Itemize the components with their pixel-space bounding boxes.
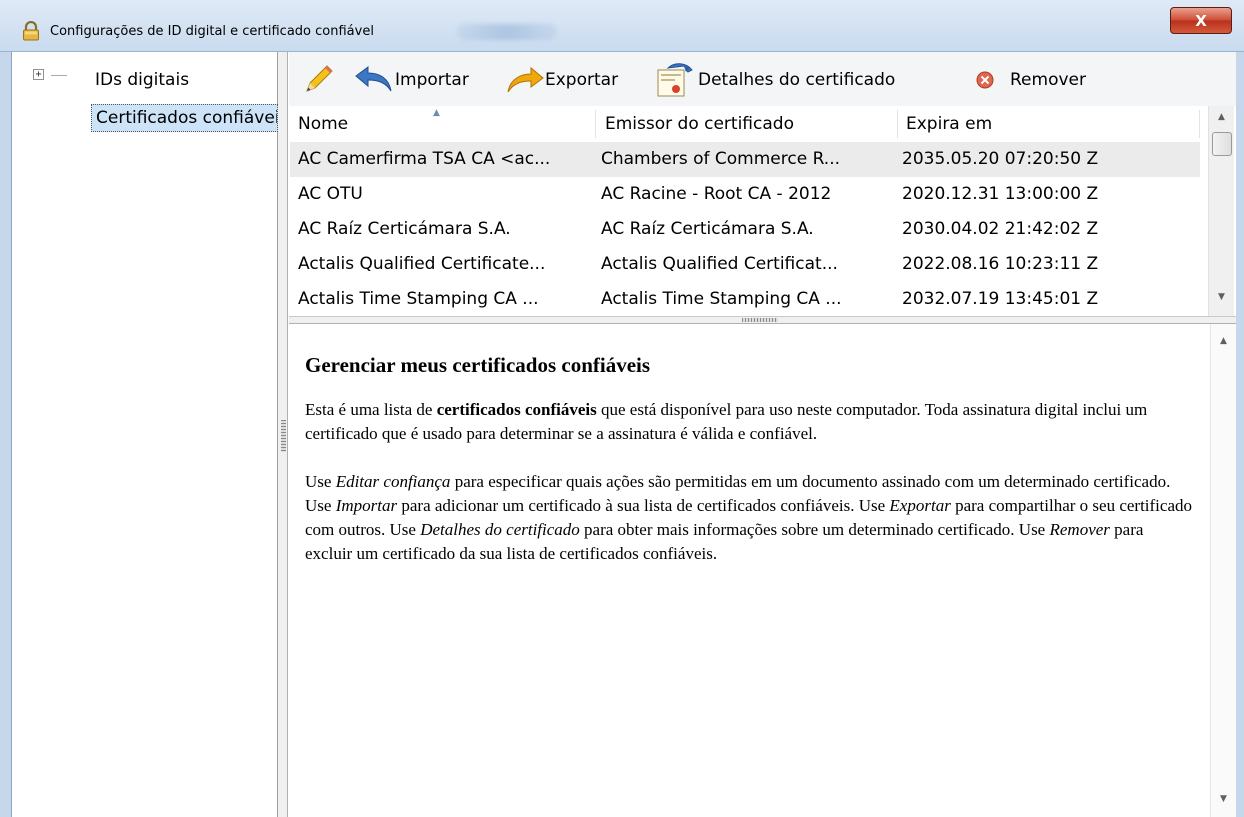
table-row[interactable]: AC OTU AC Racine - Root CA - 2012 2020.1… — [290, 177, 1200, 212]
remove-button[interactable]: Remover — [974, 62, 1086, 98]
cell-expires: 2032.07.19 13:45:01 Z — [902, 289, 1099, 309]
certificate-details-label: Detalhes do certificado — [698, 70, 896, 90]
import-button[interactable]: Importar — [353, 62, 469, 98]
emphasis: Editar confiança — [335, 472, 451, 491]
remove-icon — [976, 71, 994, 89]
lock-icon — [23, 21, 39, 41]
tree-item-trusted-certificates[interactable]: Certificados confiáveis — [91, 104, 278, 132]
cell-name: AC Raíz Certicámara S.A. — [298, 219, 511, 239]
scroll-up-icon[interactable]: ▲ — [1220, 336, 1227, 346]
cell-expires: 2020.12.31 13:00:00 Z — [902, 184, 1099, 204]
tree-item-digital-ids[interactable]: IDs digitais — [95, 70, 189, 90]
column-header-expires[interactable]: Expira em — [898, 110, 1200, 138]
description-paragraph-1: Esta é uma lista de certificados confiáv… — [305, 398, 1194, 446]
splitter-grip[interactable] — [742, 318, 778, 322]
cell-expires: 2035.05.20 07:20:50 Z — [902, 149, 1099, 169]
window-title: Configurações de ID digital e certificad… — [50, 24, 374, 39]
tree-expand-icon[interactable]: + — [33, 69, 44, 80]
emphasis: certificados confiáveis — [436, 400, 597, 419]
column-header-name[interactable]: Nome — [290, 110, 596, 138]
close-button[interactable]: X — [1170, 7, 1232, 34]
scroll-up-icon[interactable]: ▲ — [1218, 112, 1225, 122]
cell-name: AC OTU — [298, 184, 363, 204]
table-row[interactable]: Actalis Time Stamping CA ... Actalis Tim… — [290, 282, 1200, 316]
certificate-details-button[interactable]: Detalhes do certificado — [654, 62, 895, 98]
splitter-grip[interactable] — [281, 420, 286, 452]
export-arrow-icon — [507, 66, 544, 93]
cell-issuer: AC Raíz Certicámara S.A. — [601, 219, 814, 239]
tree-connector — [51, 75, 67, 76]
pencil-icon — [306, 65, 333, 92]
navigation-tree — [12, 52, 278, 817]
cell-expires: 2022.08.16 10:23:11 Z — [902, 254, 1099, 274]
table-row[interactable]: AC Raíz Certicámara S.A. AC Raíz Certicá… — [290, 212, 1200, 247]
text: para obter mais informações sobre um det… — [579, 520, 1050, 539]
scroll-down-icon[interactable]: ▼ — [1220, 794, 1227, 804]
import-arrow-icon — [355, 66, 392, 92]
cell-issuer: Chambers of Commerce R... — [601, 149, 841, 169]
import-label: Importar — [395, 70, 469, 90]
cell-issuer: AC Racine - Root CA - 2012 — [601, 184, 832, 204]
cell-expires: 2030.04.02 21:42:02 Z — [902, 219, 1099, 239]
cell-name: Actalis Qualified Certificate... — [298, 254, 546, 274]
text: para adicionar um certificado à sua list… — [397, 496, 890, 515]
text: Esta é uma lista de — [305, 400, 437, 419]
cell-issuer: Actalis Qualified Certificat... — [601, 254, 838, 274]
export-label: Exportar — [545, 70, 619, 90]
description-heading: Gerenciar meus certificados confiáveis — [305, 353, 651, 377]
description-paragraph-2: Use Editar confiança para especificar qu… — [305, 470, 1194, 566]
table-scrollbar[interactable]: ▲ ▼ — [1208, 106, 1234, 316]
emphasis: Remover — [1049, 520, 1110, 539]
emphasis: Detalhes do certificado — [420, 520, 580, 539]
cell-issuer: Actalis Time Stamping CA ... — [601, 289, 842, 309]
export-button[interactable]: Exportar — [505, 62, 618, 98]
table-row[interactable]: AC Camerfirma TSA CA <ac... Chambers of … — [290, 142, 1200, 177]
title-blur — [457, 24, 557, 40]
emphasis: Importar — [335, 496, 398, 515]
description-scrollbar[interactable]: ▲ ▼ — [1210, 324, 1236, 817]
scroll-down-icon[interactable]: ▼ — [1218, 292, 1225, 302]
emphasis: Exportar — [889, 496, 951, 515]
table-row[interactable]: Actalis Qualified Certificate... Actalis… — [290, 247, 1200, 282]
column-header-issuer[interactable]: Emissor do certificado — [597, 110, 898, 138]
cell-name: Actalis Time Stamping CA ... — [298, 289, 539, 309]
window-frame-left — [0, 52, 12, 817]
window-frame-right — [1236, 52, 1244, 817]
certificate-icon — [657, 63, 693, 97]
text: Use — [305, 472, 336, 491]
scroll-thumb[interactable] — [1212, 132, 1232, 156]
edit-trust-button[interactable] — [301, 62, 335, 98]
remove-label: Remover — [1010, 70, 1086, 90]
cell-name: AC Camerfirma TSA CA <ac... — [298, 149, 551, 169]
description-pane: Gerenciar meus certificados confiáveis E… — [289, 324, 1210, 817]
title-bar: Configurações de ID digital e certificad… — [0, 0, 1244, 52]
